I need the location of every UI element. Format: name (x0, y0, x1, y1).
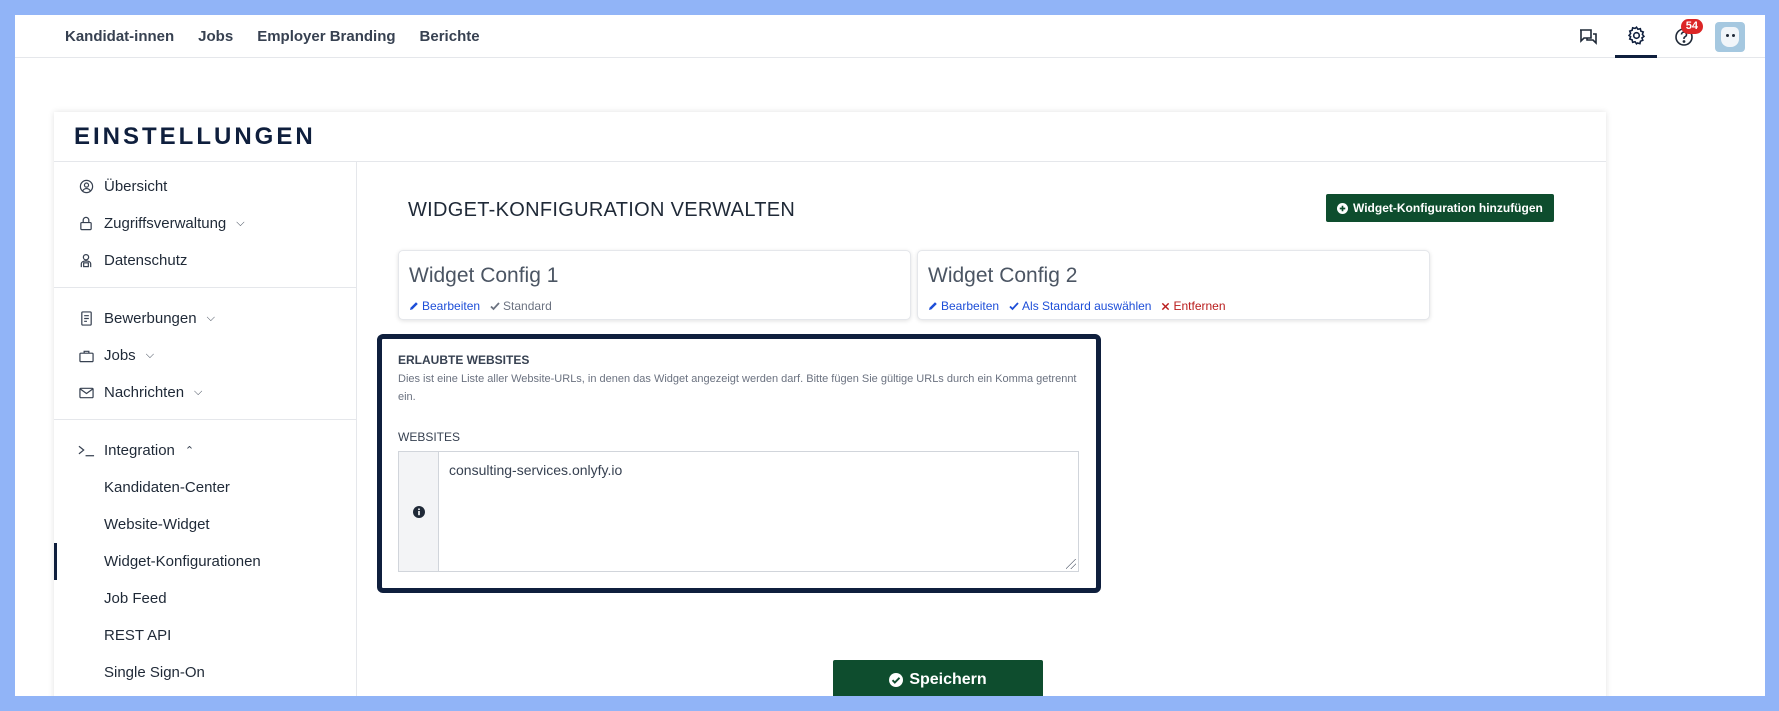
websites-field: consulting-services.onlyfy.io (398, 451, 1079, 572)
check-circle-icon (889, 672, 904, 687)
pencil-icon (410, 302, 418, 310)
sidebar-item-label: Datenschutz (104, 252, 188, 269)
document-icon (76, 311, 96, 326)
save-button[interactable]: Speichern (833, 660, 1043, 696)
widget-config-name: Widget Config 1 (409, 264, 559, 287)
resize-handle[interactable] (1066, 559, 1076, 569)
sidebar-subitem-rest-api[interactable]: REST API (54, 617, 356, 654)
user-avatar[interactable] (1715, 21, 1745, 52)
sidebar-subitem-job-feed[interactable]: Job Feed (54, 580, 356, 617)
add-widget-config-button[interactable]: Widget-Konfiguration hinzufügen (1326, 194, 1554, 222)
top-navigation: Kandidat-innen Jobs Employer Branding Be… (15, 15, 1765, 58)
sidebar-divider (54, 419, 356, 420)
widget-config-name: Widget Config 2 (928, 264, 1078, 287)
chevron-up-icon: ⌃ (184, 445, 195, 457)
remove-label: Entfernen (1173, 299, 1226, 313)
settings-sidebar: Übersicht Zugriffsverwaltung ⌵ Datenschu… (54, 162, 357, 696)
nav-link-employer-branding[interactable]: Employer Branding (257, 28, 395, 45)
sidebar-item-privacy[interactable]: Datenschutz (54, 242, 356, 279)
briefcase-icon (76, 349, 96, 363)
chevron-down-icon: ⌵ (236, 217, 245, 229)
user-circle-icon (76, 179, 96, 194)
allowed-websites-title: ERLAUBTE WEBSITES (398, 353, 530, 367)
help-notification-icon[interactable]: 54 (1663, 15, 1705, 58)
set-default-link[interactable]: Als Standard auswählen (1009, 299, 1151, 313)
default-status-label: Standard (503, 299, 552, 313)
check-icon (1009, 302, 1019, 311)
widget-config-actions: Bearbeiten Standard (409, 299, 552, 313)
nav-link-candidates[interactable]: Kandidat-innen (65, 28, 174, 45)
main-content: WIDGET-KONFIGURATION VERWALTEN Widget-Ko… (358, 162, 1606, 696)
page-title: EINSTELLUNGEN (54, 112, 1606, 162)
nav-icons: 54 (1561, 15, 1745, 58)
privacy-icon (76, 253, 96, 268)
section-title: WIDGET-KONFIGURATION VERWALTEN (408, 199, 796, 221)
sidebar-subitem-single-sign-on[interactable]: Single Sign-On (54, 654, 356, 691)
sidebar-item-applications[interactable]: Bewerbungen ⌵ (54, 300, 356, 337)
widget-config-card: Widget Config 1 Bearbeiten Standard (398, 250, 911, 320)
close-icon (1162, 302, 1170, 310)
sidebar-item-label: Zugriffsverwaltung (104, 215, 227, 232)
edit-link-label: Bearbeiten (422, 299, 481, 313)
sidebar-item-overview[interactable]: Übersicht (54, 168, 356, 205)
allowed-websites-description: Dies ist eine Liste aller Website-URLs, … (398, 373, 1077, 403)
sidebar-subitem-website-widget[interactable]: Website-Widget (54, 506, 356, 543)
set-default-label: Als Standard auswählen (1022, 299, 1152, 313)
sidebar-subitem-widget-configurations[interactable]: Widget-Konfigurationen (54, 543, 356, 580)
sidebar-divider (54, 287, 356, 288)
remove-link[interactable]: Entfernen (1161, 299, 1226, 313)
websites-label: WEBSITES (398, 430, 461, 444)
save-button-label: Speichern (909, 670, 987, 688)
chevron-down-icon: ⌵ (194, 386, 203, 398)
chat-icon[interactable] (1567, 15, 1609, 58)
sidebar-item-label: Nachrichten (104, 384, 185, 401)
plus-circle-icon (1337, 202, 1348, 214)
chevron-down-icon: ⌵ (206, 312, 215, 324)
settings-card: EINSTELLUNGEN Übersicht Zugriffsverwaltu… (54, 112, 1606, 696)
allowed-websites-panel: ERLAUBTE WEBSITES Dies ist eine Liste al… (377, 334, 1101, 593)
sidebar-subitem-candidate-center[interactable]: Kandidaten-Center (54, 469, 356, 506)
sidebar-item-jobs[interactable]: Jobs ⌵ (54, 337, 356, 374)
nav-link-reports[interactable]: Berichte (420, 28, 480, 45)
sidebar-item-label: Bewerbungen (104, 310, 197, 327)
sidebar-item-label: Integration (104, 442, 175, 459)
edit-link[interactable]: Bearbeiten (409, 299, 480, 313)
sidebar-item-integration[interactable]: Integration ⌃ (54, 432, 356, 469)
notification-badge: 54 (1680, 19, 1703, 34)
widget-config-card: Widget Config 2 Bearbeiten Als Standard … (917, 250, 1430, 320)
check-icon (490, 302, 500, 311)
sidebar-item-access[interactable]: Zugriffsverwaltung ⌵ (54, 205, 356, 242)
main-nav-links: Kandidat-innen Jobs Employer Branding Be… (65, 15, 480, 58)
edit-link-label: Bearbeiten (941, 299, 1000, 313)
chevron-down-icon: ⌵ (145, 349, 155, 361)
add-widget-config-label: Widget-Konfiguration hinzufügen (1353, 201, 1543, 215)
terminal-icon (76, 445, 96, 457)
nav-link-jobs[interactable]: Jobs (198, 28, 233, 45)
default-status: Standard (490, 299, 552, 313)
settings-gear-icon[interactable] (1615, 15, 1657, 58)
widget-config-actions: Bearbeiten Als Standard auswählen Entfer… (928, 299, 1226, 313)
info-icon (399, 452, 439, 571)
websites-textarea[interactable]: consulting-services.onlyfy.io (439, 452, 1078, 571)
sidebar-item-label: Jobs (104, 347, 136, 364)
lock-icon (76, 216, 96, 231)
pencil-icon (929, 302, 937, 310)
envelope-icon (76, 387, 96, 399)
sidebar-item-label: Übersicht (104, 178, 168, 195)
app-window: Kandidat-innen Jobs Employer Branding Be… (15, 15, 1765, 696)
edit-link[interactable]: Bearbeiten (928, 299, 999, 313)
sidebar-item-messages[interactable]: Nachrichten ⌵ (54, 374, 356, 411)
